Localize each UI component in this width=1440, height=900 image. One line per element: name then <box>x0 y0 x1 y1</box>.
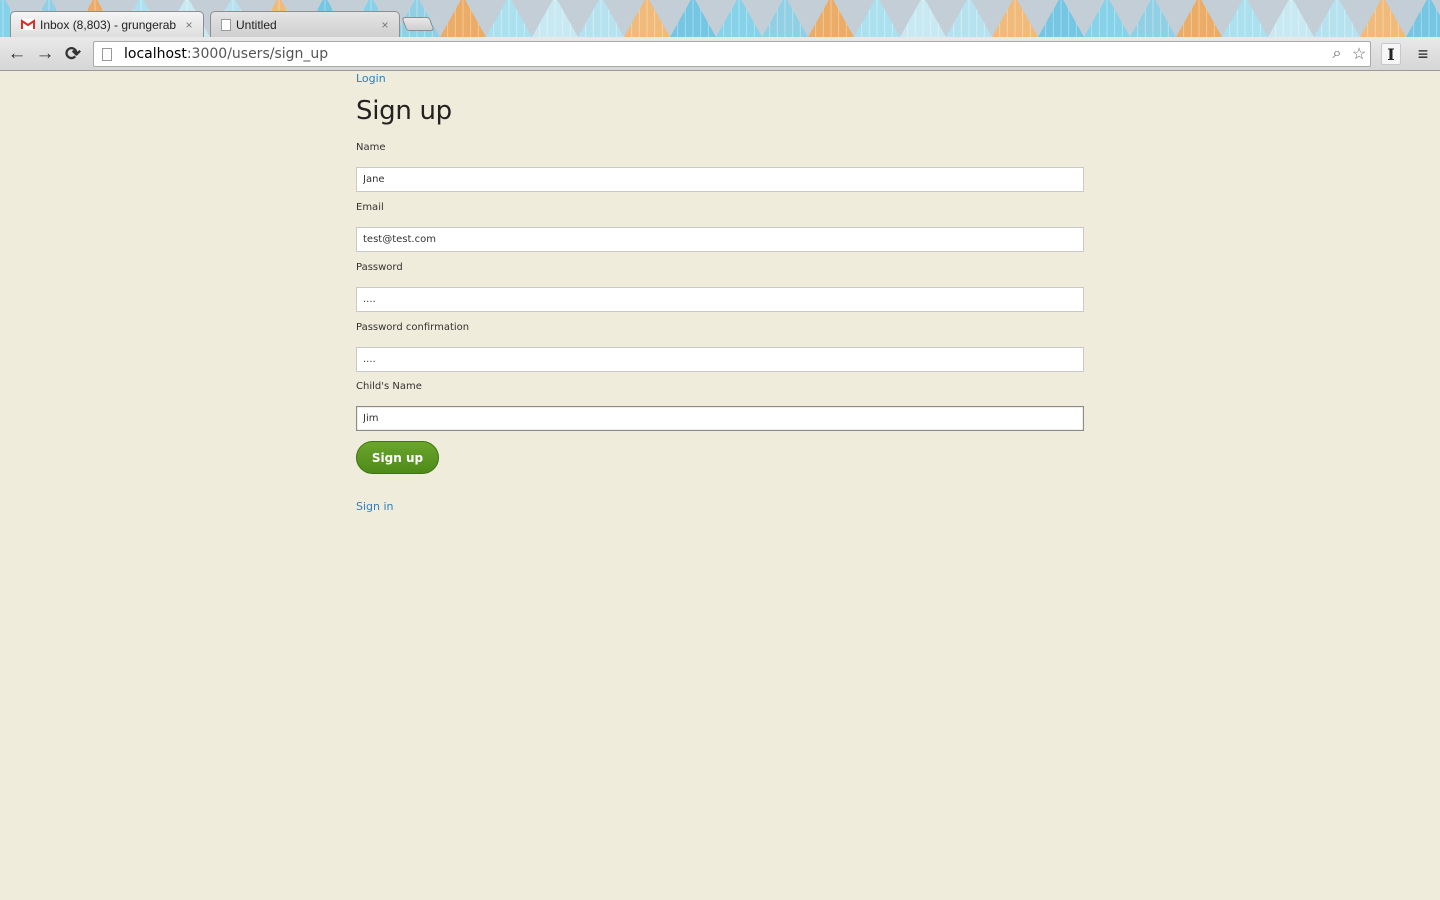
password-label: Password <box>356 262 403 273</box>
back-arrow-icon[interactable]: ← <box>6 43 28 65</box>
close-icon[interactable]: × <box>379 18 391 32</box>
tab-title: Inbox (8,803) - grungerab <box>40 17 177 32</box>
browser-toolbar: ← → ⟳ localhost:3000/users/sign_up ⌕ ☆ I… <box>0 37 1440 71</box>
email-input[interactable] <box>356 227 1084 252</box>
page-icon <box>221 18 231 31</box>
new-tab-button[interactable] <box>401 17 435 31</box>
email-label: Email <box>356 202 384 213</box>
child-name-input[interactable] <box>356 406 1084 431</box>
close-icon[interactable]: × <box>183 18 195 32</box>
browser-tabstrip: Inbox (8,803) - grungerab × Untitled × <box>0 0 1440 37</box>
name-label: Name <box>356 142 386 153</box>
tab-title: Untitled <box>236 17 277 32</box>
password-input[interactable] <box>356 287 1084 312</box>
child-name-label: Child's Name <box>356 381 422 392</box>
sign-in-link[interactable]: Sign in <box>356 500 394 513</box>
login-link[interactable]: Login <box>356 72 386 85</box>
password-confirmation-input[interactable] <box>356 347 1084 372</box>
tab-gmail-inbox[interactable]: Inbox (8,803) - grungerab × <box>10 11 204 37</box>
reload-icon[interactable]: ⟳ <box>62 43 84 65</box>
page-icon <box>102 47 112 61</box>
url-host: localhost <box>124 46 187 62</box>
url-path: :3000/users/sign_up <box>186 46 329 62</box>
bookmark-star-icon[interactable]: ☆ <box>1348 44 1370 64</box>
forward-arrow-icon[interactable]: → <box>34 43 56 65</box>
search-icon[interactable]: ⌕ <box>1326 45 1348 63</box>
address-bar[interactable]: localhost:3000/users/sign_up ⌕ ☆ <box>93 41 1371 67</box>
password-confirmation-label: Password confirmation <box>356 322 470 333</box>
extension-icon[interactable]: I <box>1381 43 1401 65</box>
sign-up-button[interactable]: Sign up <box>356 441 439 474</box>
page-title: Sign up <box>356 96 452 126</box>
name-input[interactable] <box>356 167 1084 192</box>
menu-icon[interactable]: ≡ <box>1412 43 1434 65</box>
gmail-icon <box>21 19 35 30</box>
tab-untitled[interactable]: Untitled × <box>210 11 400 37</box>
url-text[interactable]: localhost:3000/users/sign_up <box>124 46 1326 62</box>
